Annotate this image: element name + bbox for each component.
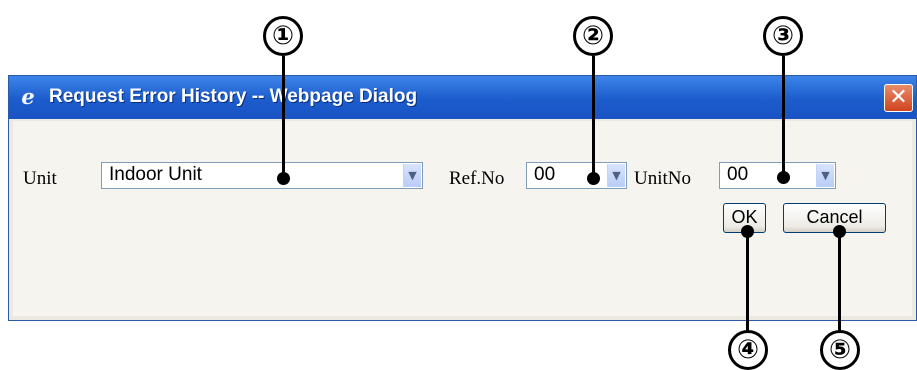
unit-select[interactable]: Indoor Unit ▼ [101,162,423,189]
unitno-label: UnitNo [634,168,691,189]
callout-2-leader [592,56,595,177]
callout-5: ⑤ [820,330,860,370]
dialog-titlebar[interactable]: e Request Error History -- Webpage Dialo… [9,76,916,119]
callout-3-leader [782,56,785,176]
callout-1: ① [263,16,303,56]
chevron-down-icon[interactable]: ▼ [607,164,625,187]
callout-5-leader [838,230,841,331]
request-error-history-dialog: e Request Error History -- Webpage Dialo… [8,75,917,321]
callout-2-dot [587,172,600,185]
refno-label: Ref.No [449,168,505,189]
unitno-select-value: 00 [727,164,749,185]
unit-select-value: Indoor Unit [109,164,202,185]
chevron-down-icon[interactable]: ▼ [816,164,834,187]
callout-1-leader [282,56,285,177]
ie-page-icon: e [21,84,35,109]
callout-1-dot [277,172,290,185]
callout-4: ④ [728,330,768,370]
chevron-down-icon[interactable]: ▼ [403,164,421,187]
callout-3-dot [777,171,790,184]
unit-label: Unit [23,168,57,189]
close-button[interactable]: ✕ [884,84,913,112]
dialog-title: Request Error History -- Webpage Dialog [49,86,418,107]
callout-2: ② [573,16,613,56]
callout-4-leader [746,230,749,331]
refno-select-value: 00 [534,164,556,185]
dialog-body: Unit Indoor Unit ▼ Ref.No 00 ▼ UnitNo 00… [13,121,912,316]
callout-3: ③ [763,16,803,56]
refno-select[interactable]: 00 ▼ [526,162,627,189]
